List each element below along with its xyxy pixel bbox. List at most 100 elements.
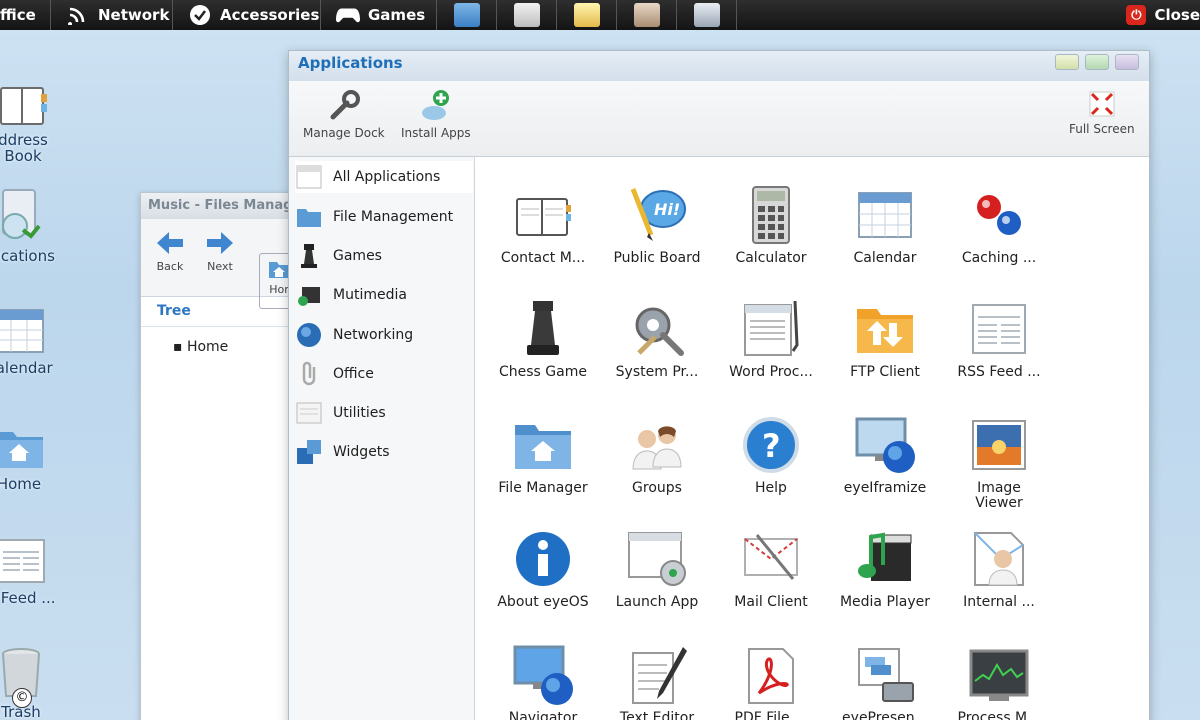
quick-launch-folder-icon[interactable] (454, 3, 480, 27)
app-file-manager[interactable]: File Manager (485, 413, 601, 496)
app-calculator[interactable]: Calculator (713, 183, 829, 266)
close-window-button[interactable] (1115, 54, 1139, 70)
app-mail-client[interactable]: Mail Client (713, 527, 829, 610)
menu-network[interactable]: Network (66, 0, 169, 30)
window-titlebar[interactable]: Applications (289, 51, 1149, 81)
category-label: All Applications (333, 169, 441, 185)
app-navigator[interactable]: Navigator (485, 643, 601, 720)
launch-app-icon (628, 532, 686, 586)
app-rss-feed[interactable]: RSS Feed ... (941, 297, 1057, 380)
media-player-icon (858, 532, 912, 581)
desktop-icon-address-book[interactable]: ddress Book (0, 84, 68, 164)
category-all-applications[interactable]: All Applications (295, 161, 473, 193)
app-image-viewer[interactable]: Image Viewer (941, 413, 1057, 511)
app-public-board[interactable]: Hi! Public Board (599, 183, 715, 266)
full-screen-button[interactable]: Full Screen (1069, 89, 1135, 136)
desktop-icon-label: plications (0, 247, 55, 265)
category-office[interactable]: Office (295, 358, 473, 390)
app-launch-app[interactable]: Launch App (599, 527, 715, 610)
desktop-icon-rss-feed[interactable]: S Feed ... (0, 536, 66, 606)
widgets-icon (295, 438, 323, 466)
menu-office[interactable]: ffice (0, 0, 36, 30)
category-networking[interactable]: Networking (295, 319, 473, 351)
manage-dock-button[interactable]: Manage Dock (303, 89, 385, 140)
app-media-player[interactable]: Media Player (827, 527, 943, 610)
app-label: Public Board (613, 250, 701, 266)
bullet: ▪ (173, 339, 187, 355)
category-label: Widgets (333, 444, 390, 460)
next-button[interactable]: Next (195, 229, 245, 273)
category-multimedia[interactable]: Mutimedia (295, 279, 473, 311)
calculator-icon (752, 186, 790, 244)
category-label: Networking (333, 327, 414, 343)
app-system-preferences[interactable]: System Pr... (599, 297, 715, 380)
folder-icon (295, 203, 323, 231)
app-process-manager[interactable]: Process M... (941, 643, 1057, 720)
category-utilities[interactable]: Utilities (295, 397, 473, 429)
app-calendar[interactable]: Calendar (827, 183, 943, 266)
process-manager-icon (969, 649, 1029, 701)
app-eyepresentation[interactable]: eyePresen... (827, 643, 943, 720)
system-preferences-icon (635, 307, 684, 356)
minimize-button[interactable] (1055, 54, 1079, 70)
install-apps-button[interactable]: Install Apps (401, 89, 471, 140)
quick-launch-calendar-icon[interactable] (694, 3, 720, 27)
app-chess-game[interactable]: Chess Game (485, 297, 601, 380)
category-games[interactable]: Games (295, 240, 473, 272)
category-label: Mutimedia (333, 287, 407, 303)
app-text-editor[interactable]: Text Editor (599, 643, 715, 720)
category-label: File Management (333, 209, 454, 225)
category-label: Games (333, 248, 382, 264)
app-help[interactable]: ? Help (713, 413, 829, 496)
app-pdf-file[interactable]: PDF File ... (713, 643, 829, 720)
window-title[interactable]: Music - Files Manag (141, 193, 299, 219)
app-eyeiframize[interactable]: eyeIframize (827, 413, 943, 496)
desktop-icon-label: Trash (1, 703, 41, 720)
back-button[interactable]: Back (145, 229, 195, 273)
app-about-eyeos[interactable]: About eyeOS (485, 527, 601, 610)
app-label: Chess Game (499, 364, 587, 380)
tree-item-home[interactable]: ▪ Home (141, 327, 299, 367)
rss-feed-icon (0, 539, 45, 583)
applications-grid: Contact M... Hi! Public Board Calculator… (475, 157, 1151, 720)
app-groups[interactable]: Groups (599, 413, 715, 496)
applications-window: Applications Manage Dock Install Apps Fu… (288, 50, 1150, 720)
menu-divider (616, 0, 617, 30)
app-word-processor[interactable]: Word Proc... (713, 297, 829, 380)
paperclip-icon (295, 360, 323, 388)
ftp-client-icon (857, 309, 913, 353)
manage-dock-label: Manage Dock (303, 126, 385, 140)
category-widgets[interactable]: Widgets (295, 436, 473, 468)
app-label: eyePresen... (842, 710, 928, 720)
app-caching[interactable]: Caching ... (941, 183, 1057, 266)
rss-feed-icon (972, 304, 1026, 354)
contact-manager-icon (516, 198, 571, 236)
menu-accessories[interactable]: Accessories (188, 0, 319, 30)
globe-icon (295, 321, 323, 349)
quick-launch-user-icon[interactable] (634, 3, 660, 27)
app-ftp-client[interactable]: FTP Client (827, 297, 943, 380)
home-folder-icon (0, 432, 43, 468)
quick-launch-notes-icon[interactable] (574, 3, 600, 27)
files-toolbar: Back Next Hor (141, 219, 299, 309)
desktop-icon-calendar[interactable]: Calendar (0, 306, 64, 376)
maximize-button[interactable] (1085, 54, 1109, 70)
close-session-button[interactable]: ⏻ Close (1126, 0, 1200, 30)
app-label: Mail Client (734, 594, 808, 610)
desktop-icon-home[interactable]: Home (0, 422, 64, 492)
app-internal-messages[interactable]: Internal ... (941, 527, 1057, 610)
app-contact-manager[interactable]: Contact M... (485, 183, 601, 266)
menu-divider (172, 0, 173, 30)
desktop-icon-applications[interactable]: plications (0, 188, 64, 264)
caching-icon (977, 195, 1021, 235)
category-file-management[interactable]: File Management (295, 201, 473, 233)
mail-client-icon (744, 534, 798, 580)
app-label: Launch App (615, 594, 699, 610)
network-menu-label: Network (98, 6, 170, 24)
chess-icon (295, 242, 323, 270)
window-title: Applications (298, 54, 403, 72)
quick-launch-document-icon[interactable] (514, 3, 540, 27)
desktop-icon-trash[interactable]: Trash (0, 646, 66, 720)
desktop-icon-label: S Feed ... (0, 589, 56, 607)
menu-games[interactable]: Games (336, 0, 425, 30)
